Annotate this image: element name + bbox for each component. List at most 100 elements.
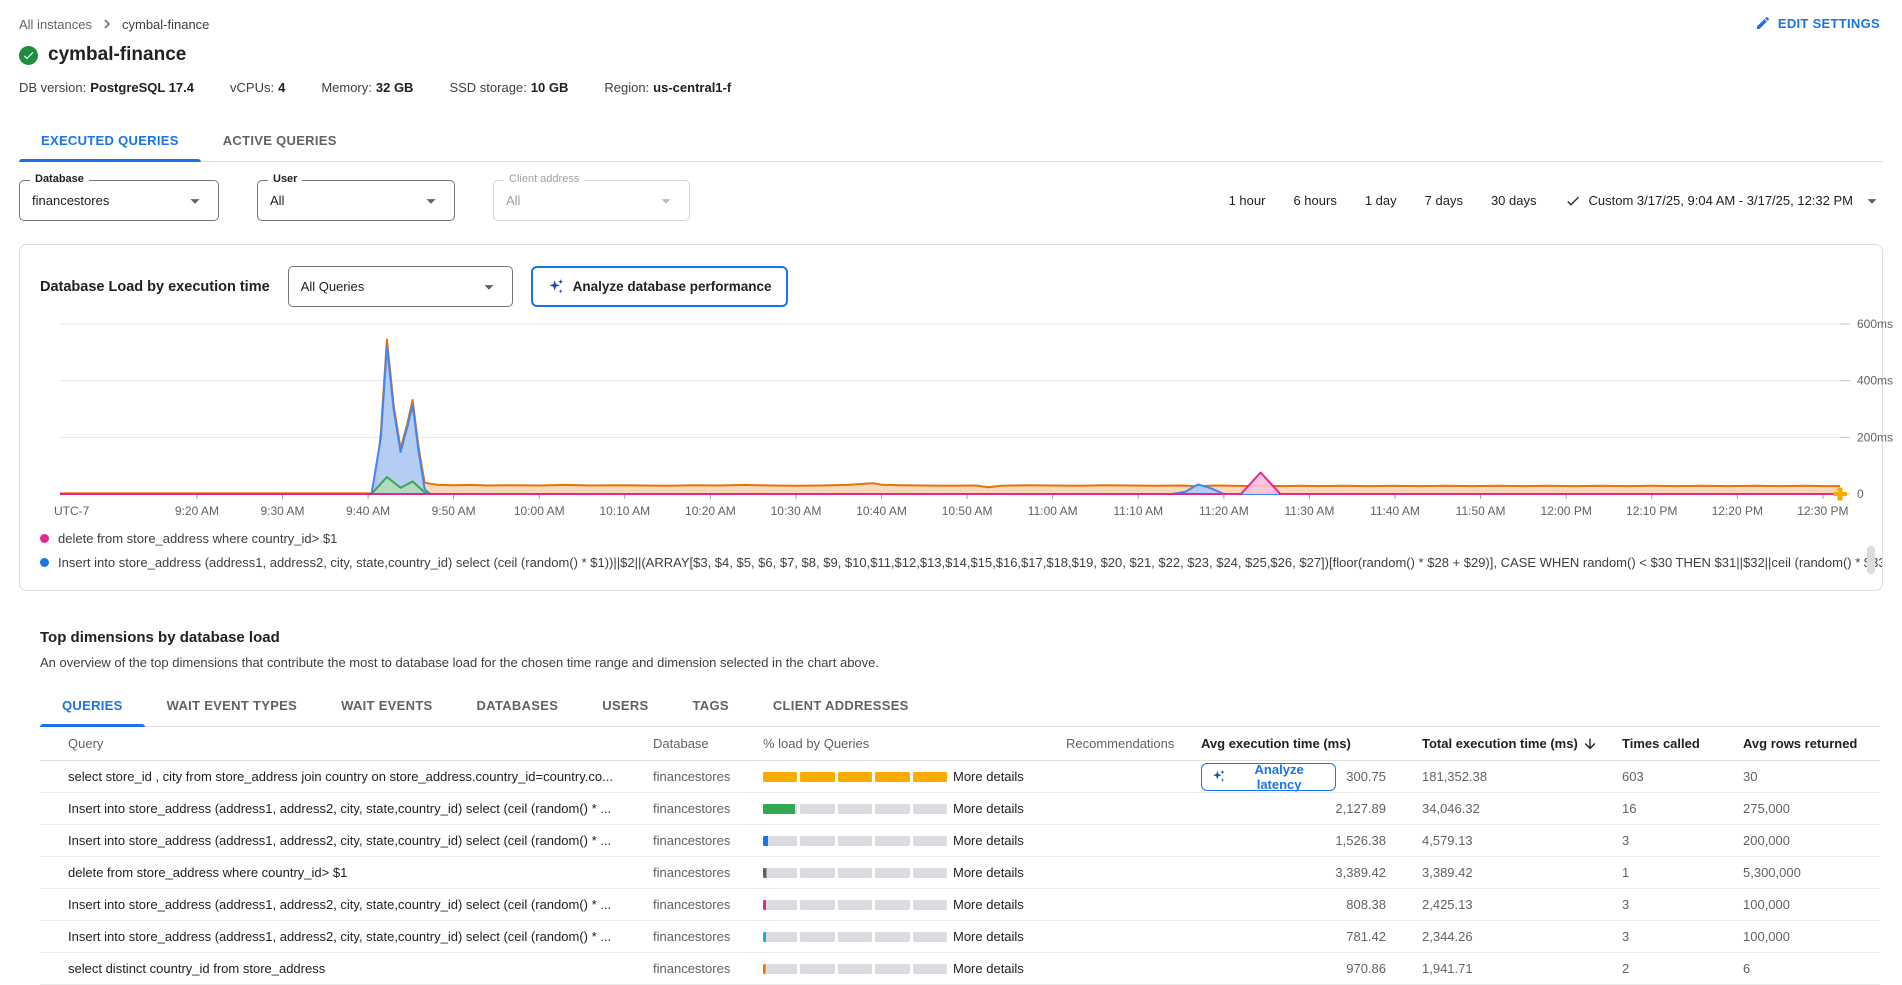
svg-text:11:40 AM: 11:40 AM <box>1370 504 1420 518</box>
time-range-6-hours[interactable]: 6 hours <box>1293 193 1336 208</box>
time-range-custom[interactable]: Custom 3/17/25, 9:04 AM - 3/17/25, 12:32… <box>1565 190 1884 212</box>
dimension-tab-tags[interactable]: TAGS <box>671 684 751 726</box>
query-cell[interactable]: Insert into store_address (address1, add… <box>40 833 653 848</box>
meta-label: vCPUs: <box>230 80 274 95</box>
total-execution-cell: 3,389.42 <box>1386 865 1622 880</box>
healthy-status-icon <box>19 46 38 65</box>
chevron-down-icon <box>184 190 206 212</box>
analyze-latency-button[interactable]: Analyze latency <box>1201 763 1336 791</box>
tab-label: ACTIVE QUERIES <box>223 133 337 148</box>
query-cell[interactable]: select store_id , city from store_addres… <box>40 769 653 784</box>
query-cell[interactable]: select distinct country_id from store_ad… <box>40 961 653 976</box>
dimension-tab-queries[interactable]: QUERIES <box>40 684 145 726</box>
time-range-1-day[interactable]: 1 day <box>1365 193 1397 208</box>
time-range-1-hour[interactable]: 1 hour <box>1229 193 1266 208</box>
more-details-link[interactable]: More details <box>953 833 1066 848</box>
legend-scrollbar[interactable] <box>1867 546 1875 574</box>
times-called-cell: 1 <box>1622 865 1743 880</box>
database-cell: financestores <box>653 897 763 912</box>
meta-value: 32 GB <box>376 80 414 95</box>
query-cell[interactable]: Insert into store_address (address1, add… <box>40 801 653 816</box>
times-called-cell: 603 <box>1622 769 1743 784</box>
dimension-tab-databases[interactable]: DATABASES <box>455 684 581 726</box>
chevron-down-icon <box>420 190 442 212</box>
chart-title: Database Load by execution time <box>40 279 270 295</box>
svg-text:11:50 AM: 11:50 AM <box>1456 504 1506 518</box>
svg-text:0: 0 <box>1857 487 1864 501</box>
total-execution-cell: 1,941.71 <box>1386 961 1622 976</box>
filter-label: User <box>268 173 302 185</box>
svg-text:UTC-7: UTC-7 <box>54 504 90 518</box>
load-bar <box>763 836 947 846</box>
avg-rows-cell: 5,300,000 <box>1743 865 1880 880</box>
col-avg-rows[interactable]: Avg rows returned <box>1743 736 1880 751</box>
table-row: select store_id , city from store_addres… <box>40 761 1880 793</box>
table-row: select distinct country_id from store_ad… <box>40 953 1880 985</box>
sort-descending-icon <box>1582 736 1598 752</box>
tab-label: WAIT EVENT TYPES <box>167 698 297 713</box>
avg-rows-cell: 200,000 <box>1743 833 1880 848</box>
more-details-link[interactable]: More details <box>953 897 1066 912</box>
legend-color-dot <box>40 534 49 543</box>
avg-execution-cell: Analyze latency300.75 <box>1201 763 1386 791</box>
svg-text:10:20 AM: 10:20 AM <box>685 504 736 518</box>
breadcrumb-all-instances[interactable]: All instances <box>19 17 92 32</box>
col-times-called[interactable]: Times called <box>1622 736 1743 751</box>
main-tabbar: EXECUTED QUERIES ACTIVE QUERIES <box>19 119 1883 162</box>
col-total-execution[interactable]: Total execution time (ms) <box>1386 736 1622 752</box>
avg-rows-cell: 100,000 <box>1743 929 1880 944</box>
times-called-cell: 3 <box>1622 897 1743 912</box>
filter-database[interactable]: Database financestores <box>19 180 219 221</box>
col-load: % load by Queries <box>763 736 953 751</box>
edit-settings-button[interactable]: EDIT SETTINGS <box>1755 15 1880 31</box>
avg-execution-cell: 808.38 <box>1201 897 1386 912</box>
tab-label: TAGS <box>693 698 729 713</box>
filter-label: Database <box>30 173 89 185</box>
svg-text:9:50 AM: 9:50 AM <box>432 504 476 518</box>
svg-text:9:40 AM: 9:40 AM <box>346 504 390 518</box>
database-load-chart: 600ms400ms200ms09:20 AM9:30 AM9:40 AM9:5… <box>40 309 1900 524</box>
query-cell[interactable]: Insert into store_address (address1, add… <box>40 929 653 944</box>
database-cell: financestores <box>653 961 763 976</box>
more-details-link[interactable]: More details <box>953 865 1066 880</box>
filter-value: financestores <box>32 193 109 208</box>
meta-value: PostgreSQL 17.4 <box>90 80 194 95</box>
more-details-link[interactable]: More details <box>953 961 1066 976</box>
load-bar <box>763 868 947 878</box>
meta-item: Region:us-central1-f <box>604 80 731 95</box>
avg-execution-cell: 781.42 <box>1201 929 1386 944</box>
meta-label: Region: <box>604 80 649 95</box>
load-bar <box>763 772 947 782</box>
dimension-tab-client-addresses[interactable]: CLIENT ADDRESSES <box>751 684 931 726</box>
filter-value: All <box>506 193 520 208</box>
total-execution-cell: 4,579.13 <box>1386 833 1622 848</box>
more-details-link[interactable]: More details <box>953 769 1066 784</box>
dimension-tab-wait-events[interactable]: WAIT EVENTS <box>319 684 454 726</box>
tab-executed-queries[interactable]: EXECUTED QUERIES <box>19 119 201 161</box>
more-details-link[interactable]: More details <box>953 929 1066 944</box>
svg-text:12:10 PM: 12:10 PM <box>1626 504 1677 518</box>
tab-active-queries[interactable]: ACTIVE QUERIES <box>201 119 359 161</box>
time-range-7-days[interactable]: 7 days <box>1425 193 1463 208</box>
chart-legend: delete from store_address where country_… <box>40 526 1882 574</box>
query-filter-dropdown[interactable]: All Queries <box>288 266 513 307</box>
time-range-30-days[interactable]: 30 days <box>1491 193 1537 208</box>
query-cell[interactable]: Insert into store_address (address1, add… <box>40 897 653 912</box>
dimension-tab-users[interactable]: USERS <box>580 684 670 726</box>
meta-item: DB version:PostgreSQL 17.4 <box>19 80 194 95</box>
database-cell: financestores <box>653 929 763 944</box>
legend-label: Insert into store_address (address1, add… <box>58 555 1882 570</box>
svg-text:9:20 AM: 9:20 AM <box>175 504 219 518</box>
load-bar <box>763 900 947 910</box>
times-called-cell: 3 <box>1622 929 1743 944</box>
col-avg-execution[interactable]: Avg execution time (ms) <box>1201 736 1386 751</box>
database-cell: financestores <box>653 801 763 816</box>
query-cell[interactable]: delete from store_address where country_… <box>40 865 653 880</box>
more-details-link[interactable]: More details <box>953 801 1066 816</box>
dimension-tab-wait-event-types[interactable]: WAIT EVENT TYPES <box>145 684 319 726</box>
svg-text:10:10 AM: 10:10 AM <box>599 504 650 518</box>
filter-user[interactable]: User All <box>257 180 455 221</box>
database-cell: financestores <box>653 769 763 784</box>
analyze-database-performance-button[interactable]: Analyze database performance <box>531 266 788 307</box>
load-bar <box>763 804 947 814</box>
